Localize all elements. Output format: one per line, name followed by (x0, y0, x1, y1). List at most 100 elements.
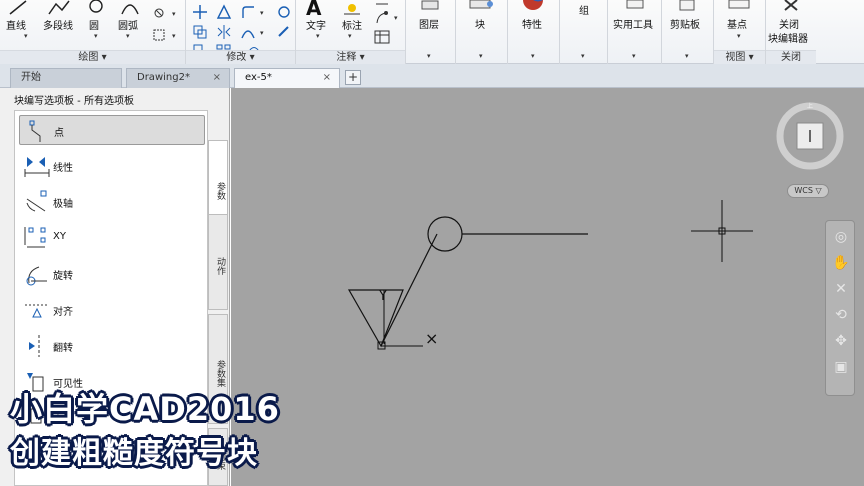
layers-dropdown[interactable]: ▾ (427, 52, 431, 60)
close-editor-label-1[interactable]: 关闭 (779, 16, 799, 31)
xy-parameter-icon (24, 227, 46, 248)
utilities-icon (626, 0, 644, 9)
palette-item-alignment[interactable]: 对齐 (19, 295, 205, 325)
wcs-menu[interactable]: WCS ▽ (787, 184, 829, 198)
circle-dropdown[interactable]: ▾ (94, 32, 98, 40)
utilities-dropdown[interactable]: ▾ (632, 52, 636, 60)
base-point-dropdown[interactable]: ▾ (737, 32, 741, 40)
palette-item-xy[interactable]: XY (19, 223, 205, 253)
rectangle-dropdown[interactable]: ▾ (172, 32, 176, 40)
groups-dropdown[interactable]: ▾ (581, 52, 585, 60)
move-icon[interactable] (192, 4, 208, 20)
palette-item-label: 对齐 (53, 307, 73, 318)
hatch-dropdown[interactable]: ▾ (172, 10, 176, 18)
arc-dropdown[interactable]: ▾ (126, 32, 130, 40)
layers-button[interactable]: 图层 (419, 16, 439, 31)
zoom-extents-icon[interactable]: ✕ (831, 279, 851, 299)
close-editor-label-2[interactable]: 块编辑器 (768, 30, 808, 45)
orbit-icon[interactable]: ⟲ (831, 305, 851, 325)
video-title-line-1: 小白学CAD2016 (10, 390, 280, 428)
base-point-button[interactable]: 基点 (727, 16, 747, 31)
flip-parameter-icon (29, 335, 40, 357)
crosshair-cursor (691, 200, 753, 262)
draw-panel-title[interactable]: 绘图 ▾ (0, 50, 185, 64)
erase-icon[interactable] (276, 24, 292, 40)
add-tab-button[interactable]: + (345, 70, 361, 85)
multileader-dropdown[interactable]: ▾ (394, 14, 398, 22)
dimension-dropdown[interactable]: ▾ (348, 32, 352, 40)
groups-button[interactable]: 组 (579, 2, 589, 17)
table-icon[interactable] (374, 30, 390, 44)
utilities-panel: 实用工具 ▾ (608, 0, 662, 64)
palette-item-polar[interactable]: 极轴 (19, 187, 205, 217)
pan-icon[interactable]: ✋ (831, 253, 851, 273)
line-button[interactable]: 直线 (6, 17, 26, 32)
viewcube[interactable]: 上 (776, 102, 844, 170)
polyline-icon (48, 0, 70, 15)
palette-item-label: 翻转 (53, 343, 73, 354)
modify-panel-title[interactable]: 修改 ▾ (186, 50, 295, 64)
clipboard-button[interactable]: 剪贴板 (670, 16, 700, 31)
copy-icon[interactable] (192, 24, 208, 40)
palette-item-label: 线性 (53, 163, 73, 174)
tab-ex-5[interactable]: ex-5* × (234, 68, 340, 88)
modify-panel: ▾ ▾ 修改 ▾ (186, 0, 296, 64)
arc-button[interactable]: 圆弧 (118, 17, 138, 32)
stretch-icon[interactable] (240, 24, 256, 40)
dimension-button[interactable]: 标注 (342, 17, 362, 32)
drawing-area[interactable]: Y × (231, 88, 864, 486)
view-panel: 基点 ▾ 视图 ▾ (714, 0, 766, 64)
text-button[interactable]: 文字 (306, 17, 326, 32)
fillet-icon[interactable] (240, 4, 256, 20)
arc-icon (121, 4, 139, 15)
mirror-icon[interactable] (216, 24, 232, 40)
block-icon (469, 0, 493, 9)
close-icon[interactable]: × (213, 69, 221, 87)
annotation-panel-title[interactable]: 注释 ▾ (296, 50, 405, 64)
block-panel: 块 ▾ (456, 0, 508, 64)
close-icon[interactable]: × (323, 69, 331, 87)
x-axis-label: × (425, 329, 438, 348)
y-axis-label: Y (378, 289, 387, 304)
leader-icon[interactable] (374, 0, 390, 8)
layers-icon (421, 0, 439, 10)
tab-start[interactable]: 开始 (10, 68, 122, 88)
hatch-icon[interactable] (152, 6, 166, 20)
utilities-button[interactable]: 实用工具 (613, 16, 653, 31)
draw-panel: 直线 多段线 圆 圆弧 ▾ ▾ ▾ ▾ ▾ 绘图 ▾ (0, 0, 186, 64)
palette-item-flip[interactable]: 翻转 (19, 331, 205, 361)
properties-icon (523, 0, 543, 10)
video-title-line-2: 创建粗糙度符号块 (10, 436, 258, 471)
side-tab-actions[interactable]: 动作 (208, 214, 228, 310)
fillet-dropdown[interactable]: ▾ (260, 9, 264, 17)
circle-button[interactable]: 圆 (89, 17, 99, 32)
rectangle-icon[interactable] (152, 28, 166, 42)
drawing-canvas[interactable]: Y × 上 WCS ▽ ◎ ✋ ✕ ⟲ ✥ ▣ (231, 88, 864, 486)
block-button[interactable]: 块 (475, 16, 485, 31)
polyline-button[interactable]: 多段线 (43, 17, 73, 32)
palette-item-linear[interactable]: 线性 (19, 151, 205, 181)
close-panel-title: 关闭 (766, 50, 816, 64)
multileader-icon[interactable] (374, 10, 390, 26)
trim-icon[interactable] (216, 4, 232, 20)
text-dropdown[interactable]: ▾ (316, 32, 320, 40)
palette-item-rotation[interactable]: 旋转 (19, 259, 205, 289)
stretch-dropdown[interactable]: ▾ (260, 29, 264, 37)
view-panel-title[interactable]: 视图 ▾ (714, 50, 765, 64)
attribute-circle[interactable] (427, 216, 463, 252)
explode-icon[interactable] (276, 4, 292, 20)
block-dropdown[interactable]: ▾ (479, 52, 483, 60)
palette-item-point[interactable]: 点 (19, 115, 205, 145)
steering-wheel-icon[interactable]: ◎ (831, 227, 851, 247)
clipboard-dropdown[interactable]: ▾ (685, 52, 689, 60)
record-icon[interactable]: ▣ (831, 357, 851, 377)
clipboard-panel: 剪贴板 ▾ (662, 0, 714, 64)
properties-dropdown[interactable]: ▾ (531, 52, 535, 60)
showmotion-icon[interactable]: ✥ (831, 331, 851, 351)
point-parameter-icon (29, 120, 41, 142)
circle-icon (89, 0, 103, 13)
tab-drawing2[interactable]: Drawing2* × (126, 68, 230, 88)
line-dropdown[interactable]: ▾ (24, 32, 28, 40)
properties-button[interactable]: 特性 (522, 16, 542, 31)
close-editor-icon (784, 0, 798, 11)
